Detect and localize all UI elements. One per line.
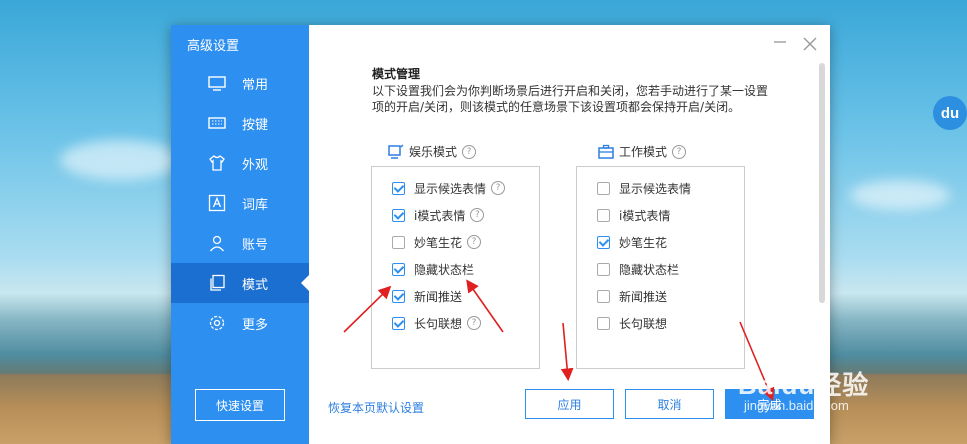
work-mode-header: 工作模式 ? — [598, 143, 687, 160]
news-push-checkbox[interactable] — [597, 289, 610, 303]
sidebar-item-mode[interactable]: 模式 — [171, 263, 309, 303]
background-cloud — [60, 140, 180, 180]
option-row: 妙笔生花 ? — [392, 233, 482, 251]
scrollbar[interactable] — [819, 63, 825, 303]
work-mode-title: 工作模式 — [619, 145, 668, 159]
help-icon[interactable]: ? — [467, 316, 482, 330]
entertainment-mode-options: 显示候选表情 ? i模式表情 ? 妙笔生花 ? 隐藏状态栏 新闻推送 长句联想 … — [371, 166, 540, 369]
minimize-icon[interactable] — [774, 41, 786, 43]
baidu-du-logo: du — [933, 96, 967, 130]
sidebar-item-label: 词库 — [242, 198, 269, 213]
news-push-checkbox[interactable] — [392, 289, 405, 303]
long-sentence-checkbox[interactable] — [597, 316, 610, 330]
sidebar-item-label: 账号 — [242, 238, 269, 253]
sidebar-item-label: 模式 — [242, 278, 269, 293]
option-label: i模式表情 — [414, 208, 466, 223]
sidebar-item-account[interactable]: 账号 — [171, 223, 309, 263]
sidebar-item-appearance[interactable]: 外观 — [171, 143, 309, 183]
gear-icon — [209, 315, 225, 331]
option-label: 显示候选表情 — [619, 181, 692, 196]
i-mode-emoji-checkbox[interactable] — [597, 208, 610, 222]
window-copy-icon — [210, 274, 225, 291]
watermark-url: jingyan.baidu.com — [744, 398, 849, 413]
option-label: 长句联想 — [414, 316, 463, 331]
help-icon[interactable]: ? — [470, 208, 485, 222]
option-row: 新闻推送 — [392, 287, 462, 305]
hide-statusbar-checkbox[interactable] — [597, 262, 610, 276]
option-row: i模式表情 — [597, 206, 670, 224]
sidebar-item-common[interactable]: 常用 — [171, 63, 309, 103]
help-icon[interactable]: ? — [672, 144, 687, 159]
advanced-settings-dialog: 高级设置 常用 按键 外观 词库 账号 模式 更多 快速设置 模式管理 以下设置… — [171, 25, 830, 444]
option-row: 隐藏状态栏 — [597, 260, 679, 278]
entertainment-mode-header: 娱乐模式 ? — [388, 143, 477, 160]
sidebar-title: 高级设置 — [187, 39, 240, 54]
help-icon[interactable]: ? — [462, 144, 477, 159]
option-label: 妙笔生花 — [414, 235, 463, 250]
option-row: 妙笔生花 — [597, 233, 667, 251]
option-label: 显示候选表情 — [414, 181, 487, 196]
section-title: 模式管理 — [372, 67, 421, 81]
work-mode-options: 显示候选表情 i模式表情 妙笔生花 隐藏状态栏 新闻推送 长句联想 — [576, 166, 745, 369]
help-icon[interactable]: ? — [491, 181, 506, 195]
monitor-icon — [208, 76, 226, 91]
option-label: 妙笔生花 — [619, 235, 668, 250]
sidebar-item-label: 更多 — [242, 318, 269, 333]
sidebar-item-lexicon[interactable]: 词库 — [171, 183, 309, 223]
close-icon[interactable] — [801, 35, 819, 53]
option-row: 长句联想 ? — [392, 314, 482, 332]
sidebar-item-keys[interactable]: 按键 — [171, 103, 309, 143]
user-icon — [209, 235, 225, 252]
option-label: 隐藏状态栏 — [619, 262, 680, 277]
section-description: 以下设置我们会为你判断场景后进行开启和关闭，您若手动进行了某一设置项的开启/关闭… — [372, 84, 769, 114]
option-row: 显示候选表情 ? — [392, 179, 506, 197]
help-icon[interactable]: ? — [467, 235, 482, 249]
keyboard-icon — [208, 117, 226, 129]
background-cloud — [850, 180, 950, 210]
magic-pen-checkbox[interactable] — [597, 235, 610, 249]
restore-defaults-link[interactable]: 恢复本页默认设置 — [328, 399, 424, 416]
option-row: 隐藏状态栏 — [392, 260, 474, 278]
i-mode-emoji-checkbox[interactable] — [392, 208, 405, 222]
hide-statusbar-checkbox[interactable] — [392, 262, 405, 276]
sidebar-item-label: 按键 — [242, 118, 269, 133]
option-row: 长句联想 — [597, 314, 667, 332]
shirt-icon — [209, 155, 225, 171]
briefcase-icon — [598, 144, 614, 159]
show-emoji-checkbox[interactable] — [392, 181, 405, 195]
cancel-button[interactable]: 取消 — [625, 389, 714, 419]
sidebar-item-more[interactable]: 更多 — [171, 303, 309, 343]
quick-settings-button[interactable]: 快速设置 — [195, 389, 285, 421]
option-label: 长句联想 — [619, 316, 668, 331]
option-row: i模式表情 ? — [392, 206, 485, 224]
magic-pen-checkbox[interactable] — [392, 235, 405, 249]
baidu-jingyan-watermark: Baidu经验 — [738, 370, 870, 400]
sidebar-item-label: 外观 — [242, 158, 269, 173]
sidebar-item-label: 常用 — [242, 78, 269, 93]
option-label: 新闻推送 — [619, 289, 668, 304]
option-label: i模式表情 — [619, 208, 671, 223]
sidebar: 高级设置 常用 按键 外观 词库 账号 模式 更多 快速设置 — [171, 25, 309, 444]
monitor-pen-icon — [388, 143, 404, 159]
show-emoji-checkbox[interactable] — [597, 181, 610, 195]
entertainment-mode-title: 娱乐模式 — [409, 145, 458, 159]
option-label: 新闻推送 — [414, 289, 463, 304]
option-row: 显示候选表情 — [597, 179, 691, 197]
long-sentence-checkbox[interactable] — [392, 316, 405, 330]
apply-button[interactable]: 应用 — [525, 389, 614, 419]
option-label: 隐藏状态栏 — [414, 262, 475, 277]
letter-a-icon — [208, 194, 226, 212]
option-row: 新闻推送 — [597, 287, 667, 305]
